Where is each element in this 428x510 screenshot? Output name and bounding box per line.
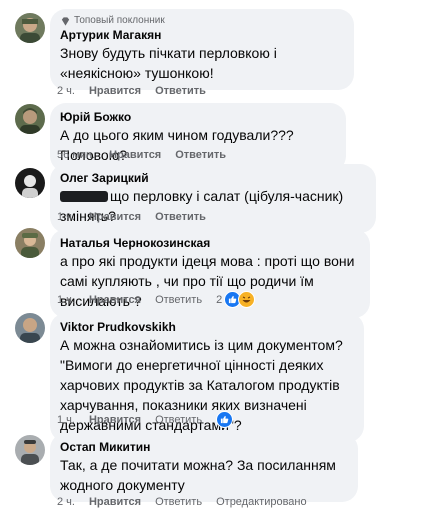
comment-bubble: Топовый поклонник Артурик Магакян Знову … <box>50 9 354 90</box>
comment-text: Знову будуть пічкати перловкою і «неякіс… <box>60 45 277 81</box>
comment-text: Так, а де почитати можна? За посиланням … <box>60 457 336 493</box>
reply-button[interactable]: Ответить <box>155 293 202 307</box>
like-button[interactable]: Нравится <box>109 148 161 162</box>
reply-button[interactable]: Ответить <box>155 413 202 427</box>
reaction-count: 2 <box>216 293 223 306</box>
edited-label[interactable]: Отредактировано <box>216 495 307 509</box>
avatar[interactable] <box>15 313 45 343</box>
comment-bubble: Остап Микитин Так, а де почитати можна? … <box>50 433 358 502</box>
avatar[interactable] <box>15 435 45 465</box>
comment-time[interactable]: 2 ч. <box>57 495 75 509</box>
like-icon <box>216 411 234 428</box>
comment-author[interactable]: Остап Микитин <box>60 439 348 455</box>
reply-button[interactable]: Ответить <box>155 210 206 224</box>
comment-author[interactable]: Олег Зарицкий <box>60 170 366 186</box>
comment-author[interactable]: Артурик Магакян <box>60 27 344 43</box>
reply-button[interactable]: Ответить <box>175 148 226 162</box>
reactions[interactable]: 2 <box>216 291 256 308</box>
comment-meta: 1 ч. Нравится Ответить <box>57 411 234 428</box>
avatar[interactable] <box>15 13 45 43</box>
avatar[interactable] <box>15 228 45 258</box>
comment-meta: 1 ч. Нравится Ответить 2 <box>57 291 256 308</box>
comment-meta: 56 мин. Нравится Ответить <box>57 148 226 162</box>
like-button[interactable]: Нравится <box>89 210 141 224</box>
comment-author[interactable]: Viktor Prudkovskikh <box>60 319 354 335</box>
laugh-emoji-icon <box>238 291 256 308</box>
comment-time[interactable]: 1 ч. <box>57 413 75 427</box>
comment-time[interactable]: 2 ч. <box>57 84 75 98</box>
reply-button[interactable]: Ответить <box>155 84 206 98</box>
comment-meta: 1 ч. Нравится Ответить <box>57 210 206 224</box>
comment-author[interactable]: Наталья Чернокозинская <box>60 235 360 251</box>
comment-meta: 2 ч. Нравится Ответить <box>57 84 206 98</box>
comment-meta: 2 ч. Нравится Ответить Отредактировано <box>57 495 307 509</box>
like-button[interactable]: Нравится <box>89 495 141 509</box>
avatar[interactable] <box>15 168 45 198</box>
reply-button[interactable]: Ответить <box>155 495 202 509</box>
comment-time[interactable]: 1 ч. <box>57 293 75 307</box>
diamond-icon <box>61 16 70 26</box>
comment-time[interactable]: 56 мин. <box>57 148 95 162</box>
like-button[interactable]: Нравится <box>89 84 141 98</box>
top-fan-badge: Топовый поклонник <box>60 15 344 27</box>
avatar[interactable] <box>15 104 45 134</box>
like-button[interactable]: Нравится <box>89 293 141 307</box>
comment-author[interactable]: Юрій Божко <box>60 109 336 125</box>
reactions[interactable] <box>216 411 234 428</box>
redacted-text <box>60 191 108 202</box>
comment-time[interactable]: 1 ч. <box>57 210 75 224</box>
like-button[interactable]: Нравится <box>89 413 141 427</box>
badge-label: Топовый поклонник <box>74 15 165 26</box>
